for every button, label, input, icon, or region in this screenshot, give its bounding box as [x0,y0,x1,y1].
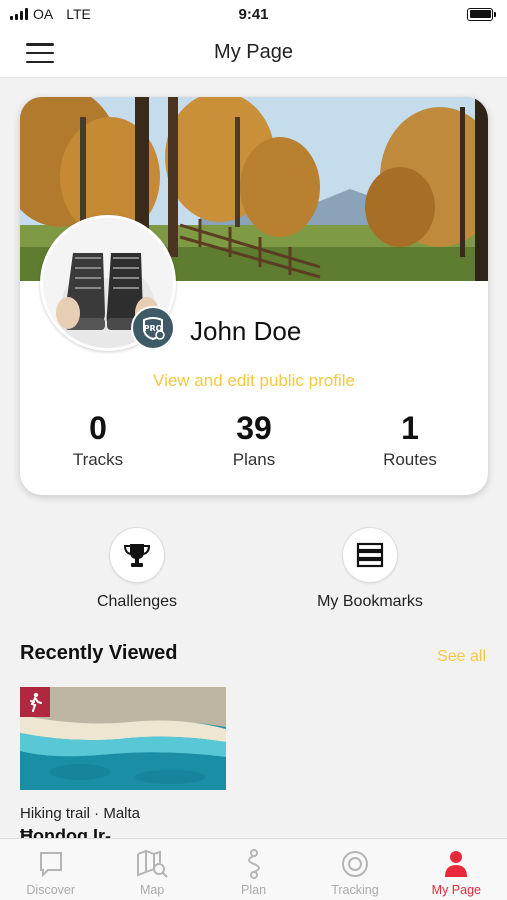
recently-viewed-card[interactable]: Hiking trail · Malta Ħondoq Ir- [20,687,226,847]
trophy-icon [109,527,165,583]
tab-label: My Page [431,883,481,897]
stat-value: 39 [236,410,272,446]
my-bookmarks-button[interactable]: My Bookmarks [295,527,445,611]
tab-my-page[interactable]: My Page [406,839,507,900]
header: My Page [0,28,507,78]
network-label: LTE [66,6,91,22]
stat-label: Plans [232,450,276,470]
status-bar: OA LTE 9:41 [0,0,507,28]
challenges-button[interactable]: Challenges [62,527,212,611]
tracking-icon [339,849,371,879]
coast-image [20,687,226,790]
tab-label: Tracking [331,883,379,897]
stat-routes[interactable]: 1 Routes [332,410,488,470]
map-icon [136,849,168,879]
stat-plans[interactable]: 39 Plans [176,410,332,470]
recently-viewed-title: Recently Viewed [20,642,178,664]
menu-icon[interactable] [26,41,54,65]
plan-icon [238,849,270,879]
stat-value: 1 [401,410,419,446]
challenges-label: Challenges [96,593,178,610]
tab-tracking[interactable]: Tracking [304,839,405,900]
tab-map[interactable]: Map [101,839,202,900]
tab-bar: Discover Map Plan Tracking My Page [0,838,507,900]
tab-label: Map [139,883,165,897]
carrier-label: OA [33,6,54,22]
profile-stats: 0 Tracks 39 Plans 1 Routes [20,410,488,470]
stat-label: Routes [383,450,437,470]
stat-label: Tracks [72,450,124,470]
tab-plan[interactable]: Plan [203,839,304,900]
status-left: OA LTE [10,6,91,22]
tab-label: Plan [241,883,267,897]
recently-viewed-meta: Hiking trail · Malta [20,805,141,822]
stat-value: 0 [89,410,107,446]
see-all-link[interactable]: See all [437,648,486,666]
user-name: John Doe [190,316,302,346]
stat-tracks[interactable]: 0 Tracks [20,410,176,470]
profile-card: PRO John Doe View and edit public profil… [20,97,488,495]
signal-icon [10,8,28,20]
battery-icon [467,7,496,21]
tab-label: Discover [26,883,76,897]
pro-badge-icon: PRO [131,306,175,350]
hiking-icon [20,687,50,717]
tab-discover[interactable]: Discover [0,839,101,900]
bookmarks-icon [342,527,398,583]
discover-icon [35,849,67,879]
edit-profile-link[interactable]: View and edit public profile [20,371,488,391]
beach-photo [20,687,226,790]
page-title: My Page [214,41,293,63]
my-bookmarks-label: My Bookmarks [317,593,423,610]
user-icon [440,849,472,879]
